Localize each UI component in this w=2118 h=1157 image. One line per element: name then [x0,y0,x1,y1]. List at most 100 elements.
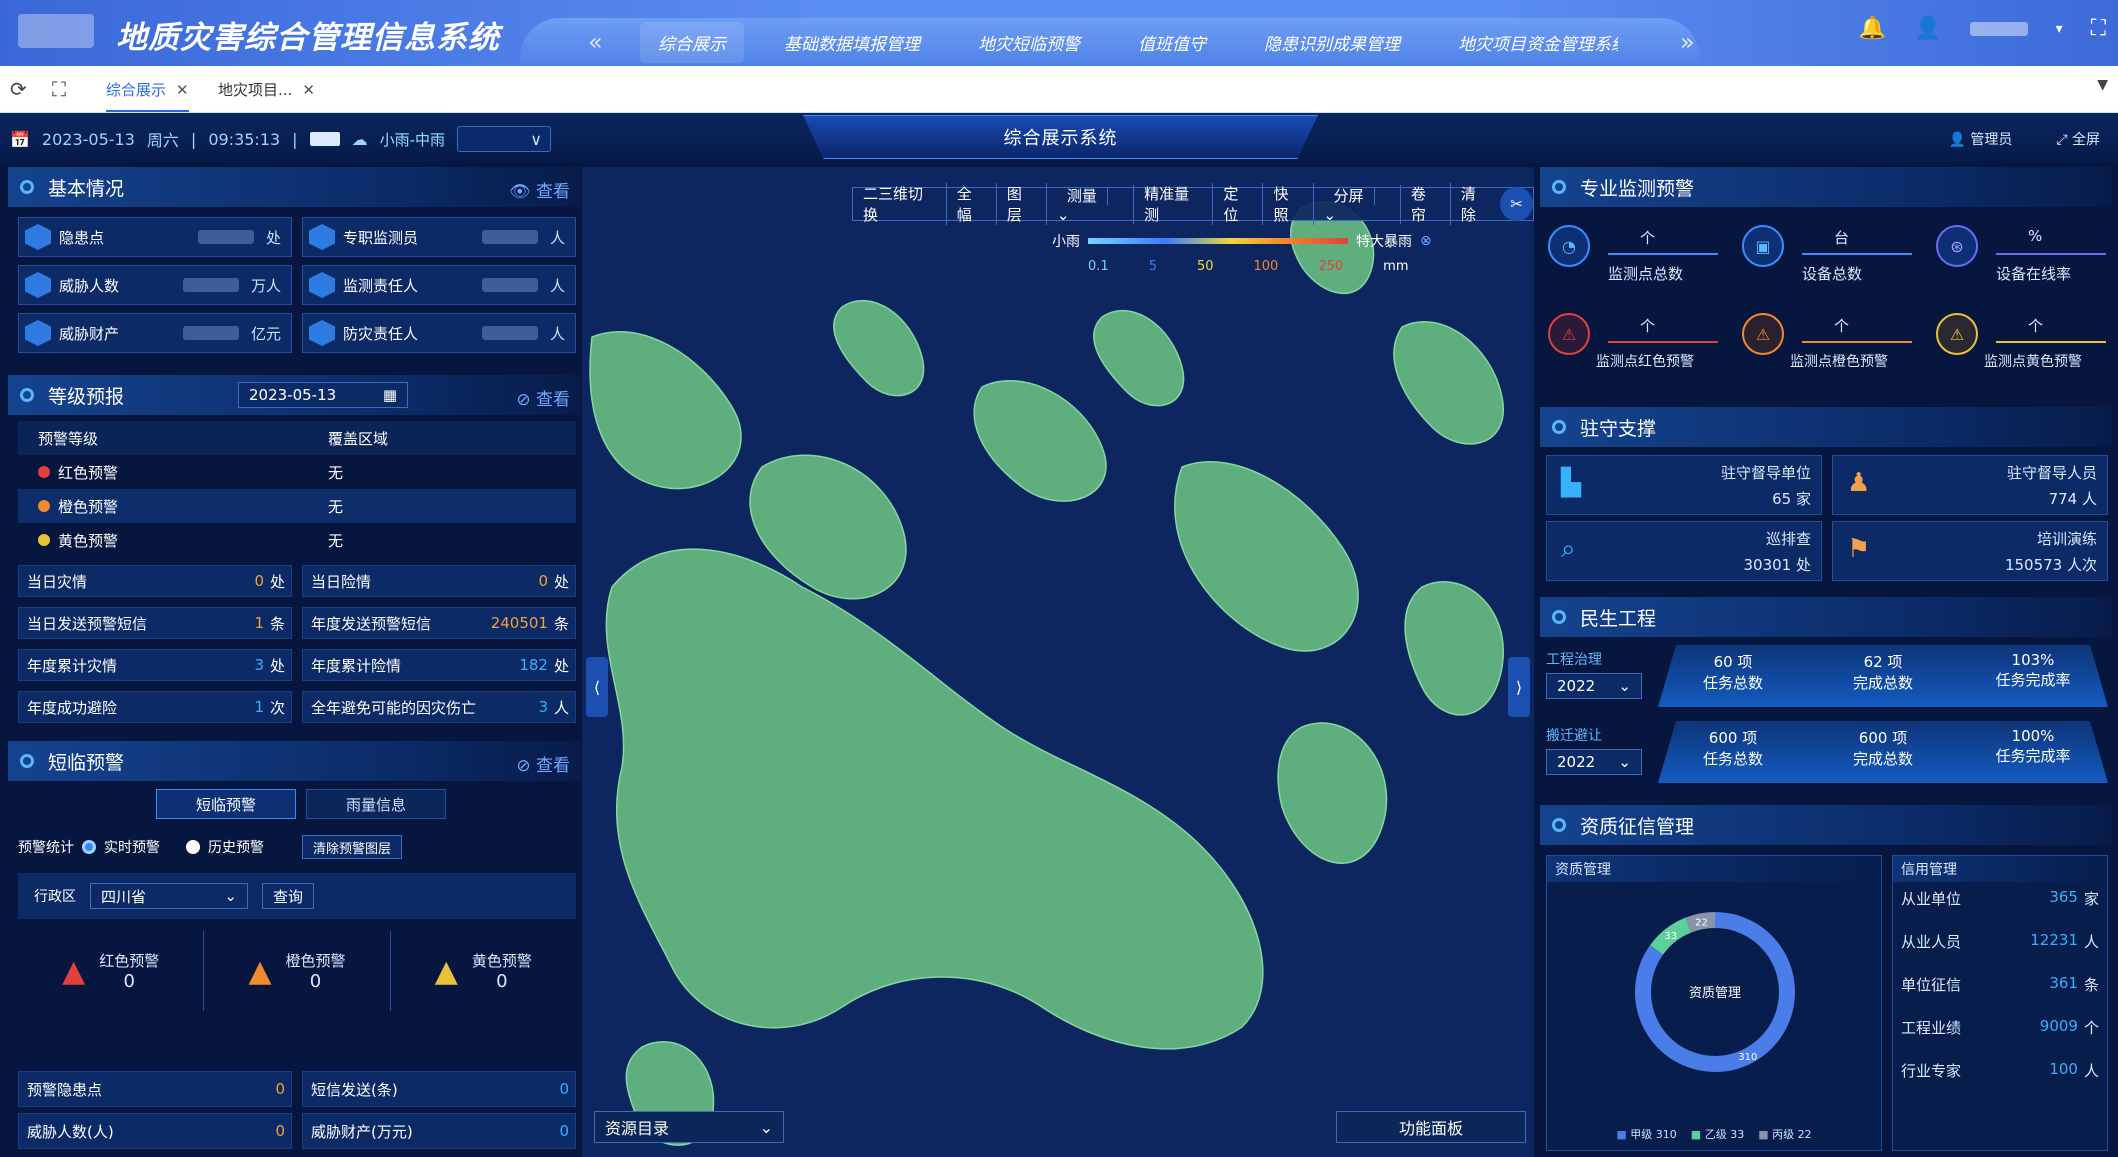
nav-item-overview[interactable]: 综合展示 [640,21,744,63]
tool-measure[interactable]: 测量 ⌄ [1047,184,1135,224]
item-bar [1608,341,1718,343]
region-select[interactable]: 四川省 ⌄ [90,883,248,909]
left-collapse-handle[interactable]: ⟨ [586,657,608,717]
training-icon: ⚑ [1847,534,1871,564]
tab-short-warning[interactable]: 短临预警 [156,789,296,819]
radio-label: 历史预警 [208,840,264,856]
fullscreen-label: 全屏 [2072,132,2100,148]
legend-swatch-icon: ■ [1690,1128,1702,1141]
top-bar: 地质灾害综合管理信息系统 « 综合展示 基础数据填报管理 地灾短临预警 值班值守… [0,0,2118,66]
weather-select[interactable]: ∨ [456,126,551,152]
station-unit: 人 [2081,490,2097,508]
function-panel-button[interactable]: 功能面板 [1336,1111,1526,1143]
left-panel: 基本情况 👁 查看 隐患点处 专职监测员人 威胁人数 万人 监测责任人人 威胁财产亿… [8,167,580,1157]
tool-snapshot[interactable]: 快照 [1263,183,1314,225]
stat-row: 当日险情 0 处 [302,565,576,597]
project-group: 工程治理 2022 ⌄ 60 项任务总数 62 项完成总数 103% 任务完成率 [1546,645,2108,715]
credit-box: 信用管理 从业单位 365 家 从业人员 12231 人 单位征信 361 条 工程业绩 90… [1892,855,2108,1151]
stat-unit: 处 [553,656,569,675]
legend-close-icon[interactable]: ⊗ [1420,233,1432,249]
query-button[interactable]: 查询 [262,883,315,909]
property-icon [25,320,51,346]
refresh-icon[interactable]: ⟳ [10,77,27,101]
tool-locate[interactable]: 定位 [1213,183,1264,225]
calendar-icon: ▦ [382,386,397,404]
stat-value: 103% [2011,651,2055,669]
station-value: 774 [2048,490,2078,508]
close-icon[interactable]: ✕ [302,81,315,99]
region-value: 四川省 [101,887,147,906]
tool-swipe[interactable]: 卷帘 [1401,183,1451,225]
expand-icon[interactable]: ⛶ [2091,16,2106,41]
resource-catalog-select[interactable]: 资源目录 ⌄ [594,1111,784,1143]
tool-fullmap[interactable]: 全幅 [947,183,997,225]
dropdown-icon[interactable]: ▾ [2056,21,2063,37]
basic-view-link[interactable]: 👁 查看 [509,177,570,202]
short-view-link[interactable]: ⊘ 查看 [516,751,570,776]
quali-box: 资质管理 310 33 22 资质管理 ■ 甲级 310 ■ 乙级 33 ■ 丙级 2… [1546,855,1882,1151]
tab-rain-info[interactable]: 雨量信息 [306,789,446,819]
nav-item-duty[interactable]: 值班值守 [1138,22,1206,63]
tool-layers[interactable]: 图层 [997,183,1047,225]
tab-funds[interactable]: 地灾项目... ✕ [218,79,315,100]
tab-overview[interactable]: 综合展示 ✕ [106,79,189,112]
station-value: 150573 [2004,556,2063,574]
grade-view-link[interactable]: ⊘ 查看 [516,385,570,410]
warning-triangle-icon: ▲ [434,953,458,989]
nav-item-hazard[interactable]: 隐患识别成果管理 [1264,22,1400,63]
header-dot-icon [1552,180,1566,194]
fullscreen-icon[interactable]: ⛶ [52,77,66,101]
app-title: 地质灾害综合管理信息系统 [116,20,500,56]
project-group: 搬迁避让 2022 ⌄ 600 项任务总数 600 项完成总数 100% 任务完成率 [1546,721,2108,791]
stat-col: 600 项任务总数 [1658,721,1808,783]
tool-clear[interactable]: 清除 [1451,183,1500,225]
tool-precise-measure[interactable]: 精准量测 [1134,183,1214,225]
header-dot-icon [20,388,34,402]
tabs-menu-icon[interactable]: ▼ [2097,77,2108,93]
tool-label: 分屏 [1323,186,1375,205]
right-collapse-handle[interactable]: ⟩ [1508,657,1530,717]
date-weather: 📅 2023-05-13 周六 | 09:35:13 | ☁ 小雨-中雨 ∨ [10,126,551,152]
station-value: 30301 [1743,556,1792,574]
legend-tick: 250 [1318,259,1344,274]
basic-card: 威胁财产 亿元 [18,313,292,353]
radio-history[interactable] [186,840,200,854]
warning-label: 黄色预警 [471,952,532,970]
stat-row: 全年避免可能的因灾伤亡 3 人 [302,691,576,723]
tools-toggle-icon[interactable]: ✂ [1500,187,1533,221]
clear-layer-button[interactable]: 清除预警图层 [302,835,403,859]
legend-value: 310 [1655,1128,1677,1141]
tool-2d3d[interactable]: 二三维切换 [853,183,947,225]
map-canvas[interactable] [582,167,1534,1157]
stat-row: 年度累计险情 182 处 [302,649,576,681]
current-time: 09:35:13 [208,129,281,149]
nav-item-data-report[interactable]: 基础数据填报管理 [784,22,920,63]
nav-item-warning[interactable]: 地灾短临预警 [978,22,1080,63]
header-dot-icon [20,754,34,768]
stat-label: 短信发送(条) [311,1080,398,1099]
rain-area [833,300,925,397]
admin-link[interactable]: 👤 管理员 [1948,129,2012,149]
nav-next-icon[interactable]: » [1680,28,1695,56]
stat-value: 0 [275,1080,285,1098]
year-select[interactable]: 2022 ⌄ [1546,749,1642,775]
monitor-icon [309,224,335,250]
fullscreen-link[interactable]: ⤢ 全屏 [2056,129,2100,149]
bell-icon[interactable]: 🔔 [1859,16,1886,41]
user-icon[interactable]: 👤 [1914,16,1941,41]
radio-realtime[interactable] [82,840,96,854]
grade-date-input[interactable]: 2023-05-13 ▦ [238,382,408,408]
tab-label: 地灾项目... [218,81,293,99]
close-icon[interactable]: ✕ [176,81,189,99]
nav-item-funds[interactable]: 地灾项目资金管理系统 [1458,22,1618,63]
stat-value: 600 项 [1858,729,1908,747]
year-select[interactable]: 2022 ⌄ [1546,673,1642,699]
tool-split[interactable]: 分屏 ⌄ [1314,184,1401,224]
map-view[interactable]: 二三维切换 全幅 图层 测量 ⌄ 精准量测 定位 快照 分屏 ⌄ 卷帘 清除 ✂… [582,167,1534,1157]
nav-prev-icon[interactable]: « [588,28,603,56]
credit-value: 100 [2049,1060,2078,1078]
card-label: 专职监测员 [343,228,419,247]
rain-area [605,548,1264,1050]
level-label: 红色预警 [58,463,119,482]
user-name[interactable] [1969,21,2028,36]
